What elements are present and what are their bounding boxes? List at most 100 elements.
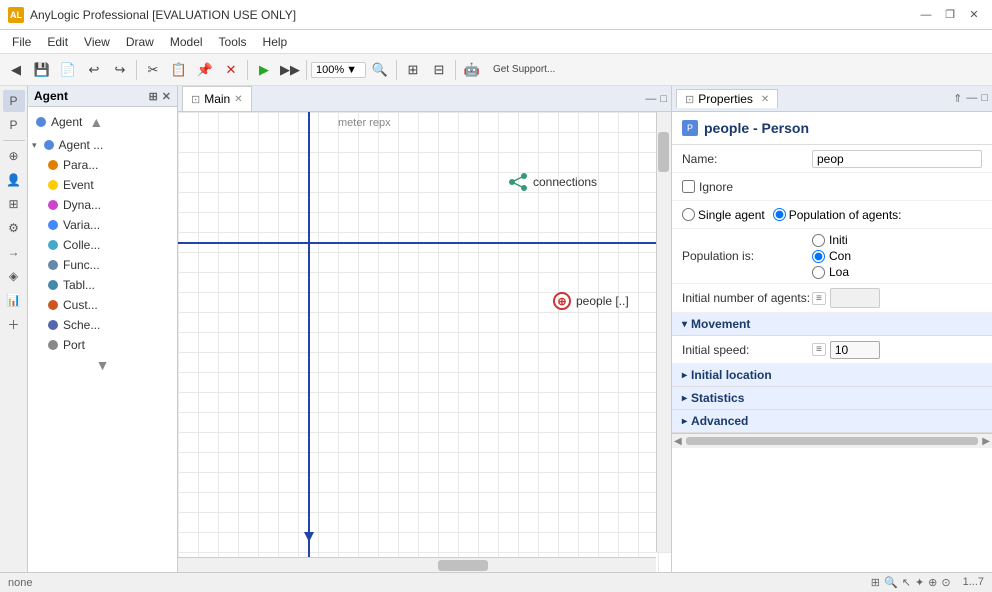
minimize-button[interactable]: — bbox=[916, 5, 936, 25]
prop-ignore-checkbox[interactable] bbox=[682, 180, 695, 193]
status-icon-nav1[interactable]: ↖ bbox=[902, 576, 911, 589]
menu-help[interactable]: Help bbox=[255, 30, 296, 53]
status-icon-nav4[interactable]: ⊙ bbox=[941, 576, 950, 589]
toolbar-grid-btn[interactable]: ⊞ bbox=[401, 58, 425, 82]
agent-item-event[interactable]: Event bbox=[28, 175, 177, 195]
toolbar-run2-btn[interactable]: ▶▶ bbox=[278, 58, 302, 82]
prop-init-radio[interactable] bbox=[812, 234, 825, 247]
left-icon-person[interactable]: 👤 bbox=[3, 169, 25, 191]
prop-name-input[interactable] bbox=[812, 150, 982, 168]
agent-panel-close-icon[interactable]: ✕ bbox=[162, 90, 171, 103]
canvas-scrollbar-horizontal-thumb[interactable] bbox=[438, 560, 488, 571]
agent-panel-grid-icon[interactable]: ⊞ bbox=[149, 90, 158, 103]
agent-item-dyna[interactable]: Dyna... bbox=[28, 195, 177, 215]
toolbar-back-btn[interactable]: ◀ bbox=[4, 58, 28, 82]
left-icon-plus[interactable]: ＋ bbox=[3, 313, 25, 335]
menu-view[interactable]: View bbox=[76, 30, 118, 53]
canvas-tab-main[interactable]: ⊡ Main ✕ bbox=[182, 86, 252, 111]
toolbar-layout-btn[interactable]: ⊟ bbox=[427, 58, 451, 82]
left-icon-chart[interactable]: 📊 bbox=[3, 289, 25, 311]
prop-tab-properties[interactable]: ⊡ Properties ✕ bbox=[676, 89, 778, 108]
prop-scrollbar-h[interactable]: ◀ ▶ bbox=[672, 433, 992, 448]
canvas-viewport[interactable]: meter repx connections bbox=[178, 112, 671, 572]
left-icon-grid[interactable]: ⊞ bbox=[3, 193, 25, 215]
menu-edit[interactable]: Edit bbox=[39, 30, 76, 53]
left-icon-projects[interactable]: P bbox=[3, 90, 25, 112]
left-icon-palette[interactable]: P bbox=[3, 114, 25, 136]
toolbar-zoom-fit-btn[interactable]: 🔍 bbox=[368, 58, 392, 82]
status-icon-zoom[interactable]: 🔍 bbox=[884, 576, 898, 589]
close-button[interactable]: ✕ bbox=[964, 5, 984, 25]
prop-section-statistics[interactable]: ▸ Statistics bbox=[672, 387, 992, 410]
menu-tools[interactable]: Tools bbox=[211, 30, 255, 53]
canvas-connections[interactable]: connections bbox=[508, 172, 597, 192]
canvas-maximize-btn[interactable]: □ bbox=[660, 93, 667, 105]
agent-item-func[interactable]: Func... bbox=[28, 255, 177, 275]
prop-ctrl-min-icon[interactable]: — bbox=[966, 92, 977, 105]
toolbar-undo-btn[interactable]: ↩ bbox=[82, 58, 106, 82]
status-icon-nav3[interactable]: ⊕ bbox=[928, 576, 937, 589]
agent-item-para[interactable]: Para... bbox=[28, 155, 177, 175]
agent-item-label-port: Port bbox=[63, 338, 85, 352]
prop-section-advanced[interactable]: ▸ Advanced bbox=[672, 410, 992, 433]
prop-init-eq-btn[interactable]: ≡ bbox=[812, 292, 826, 305]
left-icon-shape[interactable]: ◈ bbox=[3, 265, 25, 287]
expand-arrow-icon: ▾ bbox=[32, 140, 37, 151]
agent-item-varia[interactable]: Varia... bbox=[28, 215, 177, 235]
prop-single-agent-radio[interactable] bbox=[682, 208, 695, 221]
prop-section-initial-location[interactable]: ▸ Initial location bbox=[672, 364, 992, 387]
prop-section-movement[interactable]: ▾ Movement bbox=[672, 313, 992, 336]
prop-ctrl-max-icon[interactable]: □ bbox=[981, 92, 988, 105]
menu-model[interactable]: Model bbox=[162, 30, 211, 53]
toolbar-agent-btn[interactable]: 🤖 bbox=[460, 58, 484, 82]
agent-item-tabl[interactable]: Tabl... bbox=[28, 275, 177, 295]
left-icon-settings[interactable]: ⚙ bbox=[3, 217, 25, 239]
toolbar-cut-btn[interactable]: ✂ bbox=[141, 58, 165, 82]
toolbar-support-btn[interactable]: Get Support... bbox=[486, 58, 562, 82]
canvas-scrollbar-vertical-thumb[interactable] bbox=[658, 132, 669, 172]
agent-item-agent[interactable]: Agent ▲ bbox=[28, 109, 177, 135]
canvas-tab-close-icon[interactable]: ✕ bbox=[234, 94, 242, 105]
status-icon-nav2[interactable]: ✦ bbox=[915, 576, 924, 589]
prop-scroll-right-icon[interactable]: ▶ bbox=[980, 436, 992, 447]
prop-population-radio[interactable] bbox=[773, 208, 786, 221]
canvas-scrollbar-vertical[interactable] bbox=[656, 112, 671, 552]
canvas-scrollbar-horizontal[interactable] bbox=[178, 557, 656, 572]
toolbar-save-btn[interactable]: 💾 bbox=[30, 58, 54, 82]
toolbar-copy-btn[interactable]: 📋 bbox=[167, 58, 191, 82]
canvas-tab-controls: — □ bbox=[645, 93, 667, 105]
prop-init-number-input[interactable] bbox=[830, 288, 880, 308]
canvas-people[interactable]: ⊕ people [..] bbox=[553, 292, 629, 310]
canvas-minimize-btn[interactable]: — bbox=[645, 93, 656, 105]
left-icon-nav[interactable]: ⊕ bbox=[3, 145, 25, 167]
agent-scroll-up[interactable]: ▲ bbox=[87, 112, 105, 132]
toolbar-save2-btn[interactable]: 📄 bbox=[56, 58, 80, 82]
left-icon-arrow[interactable]: → bbox=[3, 241, 25, 263]
prop-tab-close-icon[interactable]: ✕ bbox=[761, 94, 769, 105]
agent-item-agent-expanded[interactable]: ▾ Agent ... bbox=[28, 135, 177, 155]
agent-item-cust[interactable]: Cust... bbox=[28, 295, 177, 315]
agent-item-sche[interactable]: Sche... bbox=[28, 315, 177, 335]
zoom-dropdown-icon[interactable]: ▼ bbox=[346, 64, 357, 76]
prop-ctrl-up-icon[interactable]: ⇑ bbox=[953, 92, 962, 105]
menu-draw[interactable]: Draw bbox=[118, 30, 162, 53]
agent-scroll-down-icon[interactable]: ▼ bbox=[94, 355, 112, 375]
maximize-button[interactable]: ❐ bbox=[940, 5, 960, 25]
prop-speed-eq-btn[interactable]: ≡ bbox=[812, 343, 826, 356]
prop-speed-input[interactable] bbox=[830, 341, 880, 359]
main-layout: P P ⊕ 👤 ⊞ ⚙ → ◈ 📊 ＋ Agent ⊞ ✕ Agent ▲ ▾ bbox=[0, 86, 992, 572]
status-icon-monitor[interactable]: ⊞ bbox=[871, 576, 880, 589]
prop-content: Name: Ignore Single agent Population o bbox=[672, 145, 992, 572]
agent-item-port[interactable]: Port bbox=[28, 335, 177, 355]
toolbar-paste-btn[interactable]: 📌 bbox=[193, 58, 217, 82]
agent-item-colle[interactable]: Colle... bbox=[28, 235, 177, 255]
toolbar-run-btn[interactable]: ▶ bbox=[252, 58, 276, 82]
prop-loa-radio[interactable] bbox=[812, 266, 825, 279]
toolbar-zoom[interactable]: 100% ▼ bbox=[311, 62, 366, 78]
toolbar-redo-btn[interactable]: ↪ bbox=[108, 58, 132, 82]
prop-con-radio[interactable] bbox=[812, 250, 825, 263]
toolbar-delete-btn[interactable]: ✕ bbox=[219, 58, 243, 82]
prop-scrollbar-thumb-h[interactable] bbox=[686, 437, 979, 445]
prop-scroll-left-icon[interactable]: ◀ bbox=[672, 436, 684, 447]
menu-file[interactable]: File bbox=[4, 30, 39, 53]
